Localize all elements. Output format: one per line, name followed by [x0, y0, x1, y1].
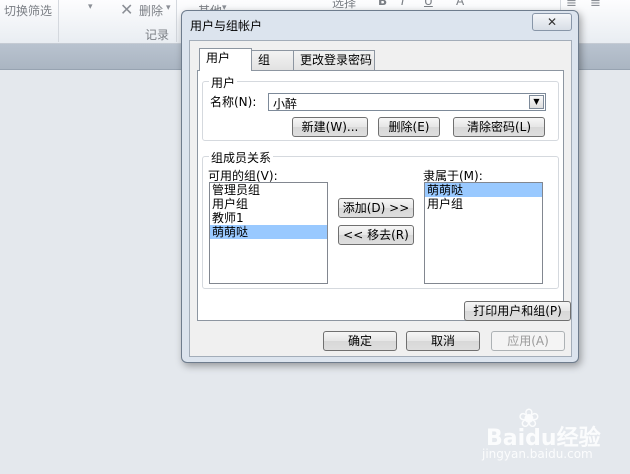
available-group-list-item[interactable]: 教师1	[210, 211, 327, 225]
member-of-group-list-item[interactable]: 用户组	[425, 197, 542, 211]
ok-button[interactable]: 确定	[323, 331, 397, 351]
cancel-button[interactable]: 取消	[406, 331, 480, 351]
delete-user-button[interactable]: 删除(E)	[378, 117, 440, 137]
user-groupbox: 用户 名称(N): 小醉 ▼ 新建(W)... 删除(E) 清除密码(L)	[202, 74, 559, 141]
add-group-button[interactable]: 添加(D) >>	[338, 198, 414, 218]
watermark-url: jingyan.baidu.com	[482, 447, 593, 461]
dropdown-arrow-icon: ▾	[88, 2, 93, 12]
member-of-list[interactable]: 萌萌哒 用户组	[424, 182, 543, 284]
ribbon-separator	[58, 0, 59, 42]
tab-users-label: 用户	[206, 51, 231, 65]
tab-change-password-label: 更改登录密码	[300, 53, 373, 67]
delete-x-icon: ✕	[120, 0, 134, 19]
name-label: 名称(N):	[210, 95, 257, 109]
tab-groups-label: 组	[258, 53, 271, 67]
remove-group-button[interactable]: << 移去(R)	[338, 225, 414, 245]
align-center-icon[interactable]: ≡	[590, 0, 601, 11]
new-user-button[interactable]: 新建(W)...	[292, 117, 368, 137]
users-groups-dialog: 用户与组帐户 ✕ 用户 组 更改登录密码 用户 名称(N): 小醉 ▼ 新建(W…	[181, 10, 579, 363]
print-users-groups-button[interactable]: 打印用户和组(P)	[464, 301, 571, 321]
tab-panel: 用户 名称(N): 小醉 ▼ 新建(W)... 删除(E) 清除密码(L) 组成…	[197, 70, 571, 321]
tab-users[interactable]: 用户	[199, 48, 252, 71]
underline-button[interactable]: U	[424, 0, 433, 8]
bold-button[interactable]: B	[378, 0, 387, 8]
close-button[interactable]: ✕	[532, 13, 572, 31]
dialog-client-area: 用户 组 更改登录密码 用户 名称(N): 小醉 ▼ 新建(W)... 删除(E…	[189, 40, 572, 357]
chevron-down-icon[interactable]: ▼	[529, 95, 544, 109]
toggle-filter-button[interactable]: 切换筛选	[4, 2, 52, 19]
membership-groupbox: 组成员关系 可用的组(V): 管理员组 用户组 教师1 萌萌哒 添加(D) >> <<…	[202, 149, 559, 289]
user-groupbox-title: 用户	[209, 74, 238, 91]
user-name-combo[interactable]: 小醉 ▼	[268, 93, 546, 111]
close-icon: ✕	[546, 15, 558, 29]
tab-groups[interactable]: 组	[251, 50, 294, 70]
records-group-label: 记录	[145, 28, 170, 42]
user-name-value: 小醉	[273, 97, 298, 111]
member-of-items: 萌萌哒 用户组	[425, 183, 542, 211]
ribbon-delete-button[interactable]: 删除	[139, 2, 163, 19]
apply-button[interactable]: 应用(A)	[491, 331, 565, 351]
ribbon-separator	[176, 0, 177, 42]
available-groups-list[interactable]: 管理员组 用户组 教师1 萌萌哒	[209, 182, 328, 284]
available-groups-items: 管理员组 用户组 教师1 萌萌哒	[210, 183, 327, 239]
tab-change-password[interactable]: 更改登录密码	[293, 50, 375, 70]
italic-button[interactable]: I	[401, 0, 405, 8]
delete-dropdown-icon: ▾	[166, 3, 171, 13]
dialog-title: 用户与组帐户	[190, 19, 263, 33]
available-group-list-item[interactable]: 管理员组	[210, 183, 327, 197]
available-group-list-item[interactable]: 萌萌哒	[210, 225, 327, 239]
font-color-button[interactable]: A	[456, 0, 464, 8]
clear-password-button[interactable]: 清除密码(L)	[453, 117, 545, 137]
membership-groupbox-title: 组成员关系	[209, 149, 274, 166]
available-group-list-item[interactable]: 用户组	[210, 197, 327, 211]
member-of-group-list-item[interactable]: 萌萌哒	[425, 183, 542, 197]
